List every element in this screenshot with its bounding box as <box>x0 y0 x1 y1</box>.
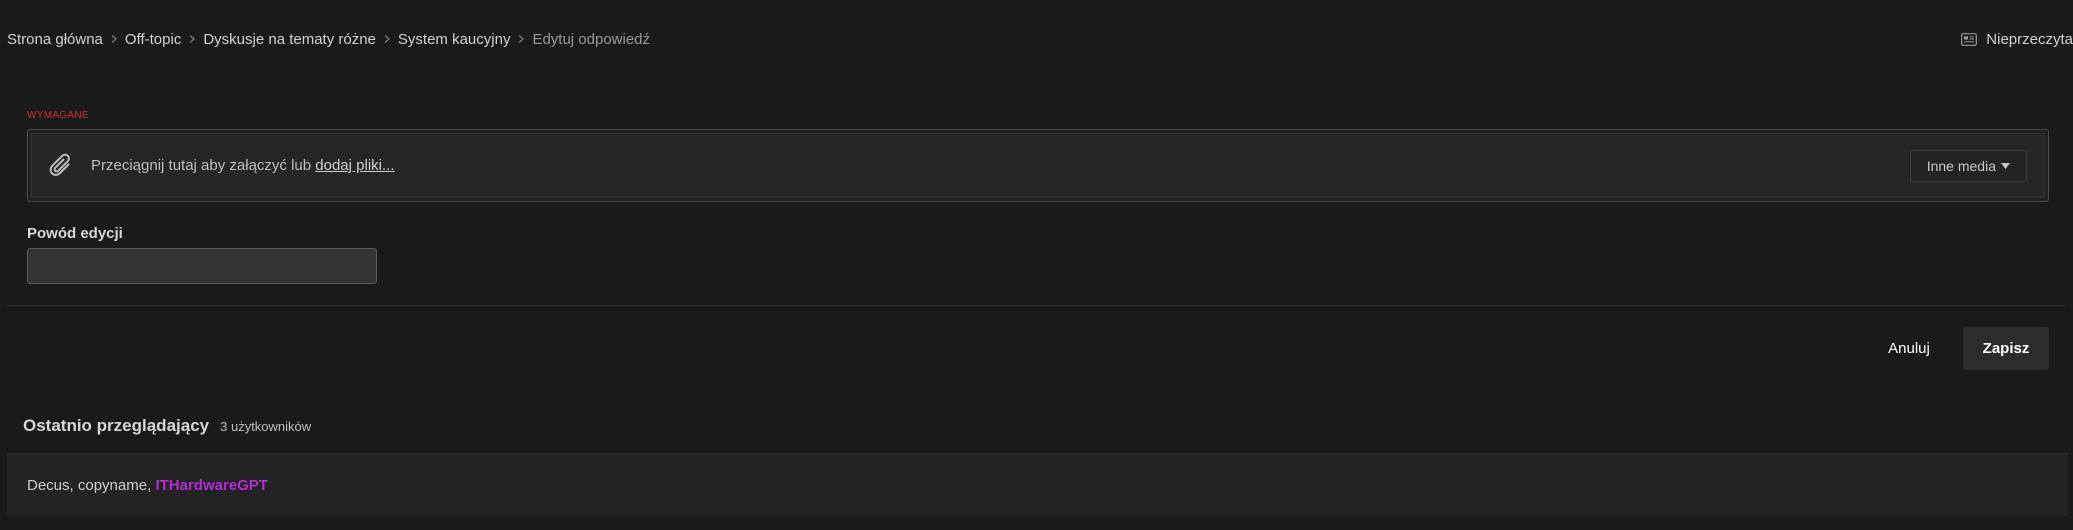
attachment-inner: Przeciągnij tutaj aby załączyć lub dodaj… <box>31 133 2045 198</box>
breadcrumb-thread[interactable]: System kaucyjny <box>398 31 511 48</box>
viewer-user[interactable]: Decus <box>27 477 70 494</box>
breadcrumb-home[interactable]: Strona główna <box>7 31 103 48</box>
caret-down-icon <box>2001 162 2010 169</box>
recent-viewers-list: Decus, copyname, ITHardwareGPT <box>7 453 2068 516</box>
chevron-right-icon <box>376 34 398 44</box>
chevron-right-icon <box>181 34 203 44</box>
unread-link[interactable]: Nieprzeczyta <box>1961 29 2073 49</box>
chevron-right-icon <box>103 34 125 44</box>
paperclip-icon <box>49 153 70 176</box>
breadcrumb-current: Edytuj odpowiedź <box>532 30 651 48</box>
edit-reason-label: Powód edycji <box>27 225 123 242</box>
page: Strona główna Off-topic Dyskusje na tema… <box>0 0 2073 530</box>
cancel-button[interactable]: Anuluj <box>1873 327 1945 370</box>
required-label: WYMAGANE <box>27 110 89 121</box>
recent-viewers-count: 3 użytkowników <box>220 419 312 434</box>
attachment-dropzone[interactable]: Przeciągnij tutaj aby załączyć lub dodaj… <box>27 129 2049 202</box>
unread-label: Nieprzeczyta <box>1986 30 2073 48</box>
other-media-label: Inne media <box>1926 157 1996 174</box>
viewer-user[interactable]: copyname <box>78 477 147 494</box>
other-media-button[interactable]: Inne media <box>1909 149 2027 182</box>
save-button[interactable]: Zapisz <box>1963 327 2049 370</box>
newspaper-icon <box>1961 32 1978 46</box>
breadcrumb-off-topic[interactable]: Off-topic <box>125 31 181 48</box>
divider <box>7 305 2065 306</box>
attachment-text: Przeciągnij tutaj aby załączyć lub dodaj… <box>91 157 395 174</box>
attachment-drop-text: Przeciągnij tutaj aby załączyć lub <box>91 157 316 174</box>
breadcrumb-discussions[interactable]: Dyskusje na tematy różne <box>203 31 376 48</box>
recent-viewers-heading: Ostatnio przeglądający 3 użytkowników <box>23 416 311 436</box>
breadcrumb: Strona główna Off-topic Dyskusje na tema… <box>7 29 650 49</box>
edit-reason-input[interactable] <box>27 248 377 284</box>
viewer-user-highlighted[interactable]: ITHardwareGPT <box>155 477 268 494</box>
chevron-right-icon <box>510 34 532 44</box>
add-files-link[interactable]: dodaj pliki... <box>315 157 394 174</box>
recent-viewers-title: Ostatnio przeglądający <box>23 416 210 435</box>
